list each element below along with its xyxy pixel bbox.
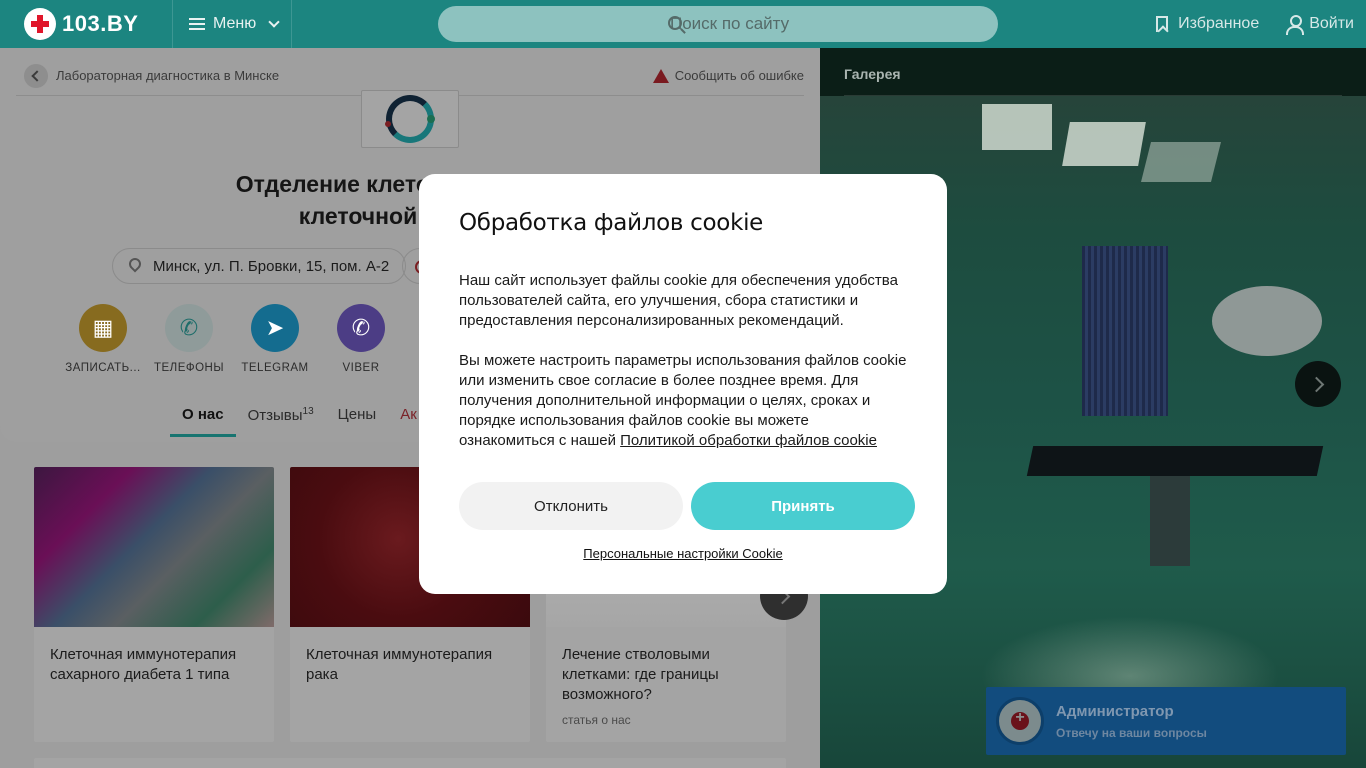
report-error-link[interactable]: Сообщить об ошибке [652, 68, 804, 83]
warning-icon [652, 68, 669, 83]
gallery-label: Галерея [844, 66, 901, 82]
action-book[interactable]: ▦ ЗАПИСАТЬ... [60, 304, 146, 374]
back-arrow-icon[interactable] [24, 63, 48, 88]
search-icon [668, 16, 682, 30]
login-link[interactable]: Войти [1285, 15, 1354, 35]
window-blinds [1082, 246, 1168, 416]
article-title: Лечение стволовыми клетками: где границы… [562, 646, 719, 703]
report-error-label: Сообщить об ошибке [674, 68, 804, 83]
search-input[interactable]: Поиск по сайту [438, 6, 998, 42]
ceiling-light [1141, 142, 1221, 182]
article-image [34, 467, 274, 627]
chat-subtitle: Отвечу на ваши вопросы [1056, 725, 1207, 740]
address-chip[interactable]: Минск, ул. П. Бровки, 15, пом. А-2 [112, 248, 407, 284]
cookie-dialog-title: Обработка файлов cookie [459, 210, 764, 236]
location-pin-icon [126, 255, 144, 273]
menu-button[interactable]: Меню [172, 0, 292, 48]
operating-table [1026, 446, 1324, 476]
favorites-link[interactable]: Избранное [1156, 15, 1259, 33]
telegram-icon: ➤ [251, 304, 299, 352]
bookmark-icon [1156, 16, 1169, 32]
tab-about[interactable]: О нас [170, 398, 236, 437]
menu-label: Меню [213, 15, 257, 32]
article-title: Клеточная иммунотерапия сахарного диабет… [50, 646, 237, 683]
operating-table-base [1150, 476, 1190, 566]
surgical-lamp [1212, 286, 1322, 356]
chevron-down-icon [268, 16, 280, 28]
cookie-policy-link[interactable]: Политикой обработки файлов cookie [620, 432, 877, 449]
gallery-next-button[interactable] [1295, 361, 1341, 407]
user-icon [1285, 15, 1305, 35]
medical-cross-icon [24, 8, 56, 40]
phone-icon: ✆ [165, 304, 213, 352]
breadcrumb-link[interactable]: Лабораторная диагностика в Минске [56, 68, 279, 83]
action-buttons: ▦ ЗАПИСАТЬ... ✆ ТЕЛЕФОНЫ ➤ TELEGRAM ✆ VI… [60, 304, 404, 374]
chat-widget[interactable]: Администратор Отвечу на ваши вопросы [986, 687, 1346, 755]
cookie-settings-link[interactable]: Персональные настройки Cookie [419, 546, 947, 561]
site-logo[interactable]: 103.BY [0, 0, 172, 48]
cookie-dialog-text: Наш сайт использует файлы cookie для обе… [459, 271, 907, 451]
action-viber[interactable]: ✆ VIBER [318, 304, 404, 374]
cookie-paragraph-1: Наш сайт использует файлы cookie для обе… [459, 272, 898, 329]
favorites-label: Избранное [1178, 15, 1260, 32]
decline-button[interactable]: Отклонить [459, 482, 683, 530]
tab-about-label: О нас [182, 406, 224, 423]
viber-icon: ✆ [337, 304, 385, 352]
ceiling-light [982, 104, 1052, 150]
tab-prices-label: Цены [337, 406, 377, 423]
article-title: Клеточная иммунотерапия рака [306, 646, 493, 683]
article-card[interactable]: Клеточная иммунотерапия сахарного диабет… [34, 467, 274, 742]
tab-promotions-label: Ак [400, 406, 417, 423]
article-tag: статья о нас [562, 713, 631, 727]
action-viber-label: VIBER [342, 362, 380, 374]
action-phones-label: ТЕЛЕФОНЫ [153, 362, 225, 374]
tab-reviews[interactable]: Отзывы13 [236, 398, 326, 437]
logo-text: 103.BY [62, 11, 139, 36]
cookie-paragraph-2: Вы можете настроить параметры использова… [459, 351, 907, 451]
site-header: 103.BY Меню Поиск по сайту Избранное Вой… [0, 0, 1366, 48]
next-section-card [34, 758, 786, 768]
admin-avatar-icon [996, 697, 1044, 745]
action-telegram[interactable]: ➤ TELEGRAM [232, 304, 318, 374]
cookie-dialog: Обработка файлов cookie Наш сайт использ… [419, 174, 947, 594]
address-text: Минск, ул. П. Бровки, 15, пом. А-2 [153, 257, 390, 275]
chat-title: Администратор [1056, 702, 1174, 720]
calendar-icon: ▦ [79, 304, 127, 352]
tab-reviews-label: Отзывы [247, 407, 303, 424]
reviews-count-badge: 13 [302, 406, 314, 417]
clinic-logo [361, 90, 459, 148]
action-telegram-label: TELEGRAM [241, 362, 309, 374]
clinic-tabs: О нас Отзывы13 Цены Ак [170, 398, 429, 437]
clinic-logo-icon [385, 95, 435, 143]
login-label: Войти [1309, 15, 1354, 32]
search-placeholder: Поиск по сайту [670, 14, 790, 33]
action-book-label: ЗАПИСАТЬ... [65, 362, 141, 374]
accept-button[interactable]: Принять [691, 482, 915, 530]
action-phones[interactable]: ✆ ТЕЛЕФОНЫ [146, 304, 232, 374]
tab-prices[interactable]: Цены [326, 398, 389, 437]
hamburger-icon [189, 18, 205, 30]
ceiling-light [1062, 122, 1146, 166]
